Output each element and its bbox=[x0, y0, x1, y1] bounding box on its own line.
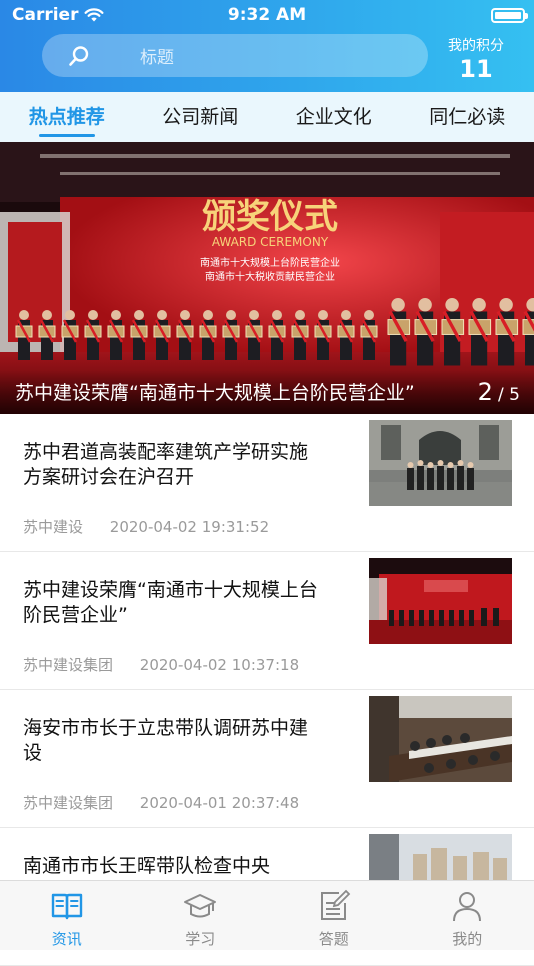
status-bar: Carrier 9:32 AM bbox=[0, 0, 534, 30]
banner-subheading: AWARD CEREMONY bbox=[212, 235, 329, 249]
tabbar-quiz[interactable]: 答题 bbox=[267, 881, 401, 950]
tab-company-news[interactable]: 公司新闻 bbox=[158, 92, 242, 142]
tabbar-study-label: 学习 bbox=[185, 928, 215, 949]
news-title: 南通市市长王晖带队检查中央 bbox=[23, 854, 323, 879]
tab-culture[interactable]: 企业文化 bbox=[292, 92, 376, 142]
tabbar-study[interactable]: 学习 bbox=[134, 881, 268, 950]
news-source: 苏中建设集团 bbox=[23, 794, 113, 812]
banner-carousel[interactable]: 颁奖仪式 AWARD CEREMONY 南通市十大规模上台阶民营企业 南通市十大… bbox=[0, 142, 534, 414]
tabbar-news[interactable]: 资讯 bbox=[0, 881, 134, 950]
news-source: 苏中建设集团 bbox=[23, 656, 113, 674]
points-label: 我的积分 bbox=[430, 35, 522, 55]
news-thumbnail bbox=[369, 420, 512, 506]
banner-page-current: 2 bbox=[478, 378, 493, 406]
category-tabs: 热点推荐 公司新闻 企业文化 同仁必读 bbox=[0, 92, 534, 142]
search-icon bbox=[68, 45, 90, 67]
tabbar-news-label: 资讯 bbox=[52, 928, 82, 949]
banner-caption: 苏中建设荣膺“南通市十大规模上台阶民营企业” bbox=[15, 378, 425, 405]
banner-heading: 颁奖仪式 bbox=[202, 197, 338, 237]
book-icon bbox=[50, 889, 84, 923]
search-input[interactable]: 标题 bbox=[42, 34, 428, 77]
tabbar-me-label: 我的 bbox=[452, 928, 482, 949]
news-datetime: 2020-04-02 19:31:52 bbox=[110, 518, 269, 536]
news-title: 苏中建设荣膺“南通市十大规模上台阶民营企业” bbox=[23, 578, 323, 628]
news-datetime: 2020-04-01 20:37:48 bbox=[140, 794, 299, 812]
news-meta: 苏中建设集团 2020-04-02 10:37:18 bbox=[23, 654, 299, 675]
person-icon bbox=[450, 889, 484, 923]
graduation-cap-icon bbox=[183, 889, 217, 923]
news-source: 苏中建设 bbox=[23, 518, 83, 536]
search-placeholder: 标题 bbox=[140, 43, 174, 68]
banner-caption-bar: 苏中建设荣膺“南通市十大规模上台阶民营企业” 2 / 5 bbox=[0, 370, 534, 414]
banner-line1: 南通市十大规模上台阶民营企业 bbox=[200, 256, 340, 269]
news-item[interactable]: 海安市市长于立忠带队调研苏中建设 苏中建设集团 2020-04-01 20:37… bbox=[0, 690, 534, 828]
news-item[interactable]: 苏中君道高装配率建筑产学研实施方案研讨会在沪召开 苏中建设 2020-04-02… bbox=[0, 414, 534, 552]
status-time: 9:32 AM bbox=[0, 5, 534, 25]
banner-page-total: / 5 bbox=[498, 385, 520, 405]
banner-line2: 南通市十大税收贡献民营企业 bbox=[205, 270, 335, 283]
tab-hot[interactable]: 热点推荐 bbox=[25, 92, 109, 142]
edit-icon bbox=[317, 889, 351, 923]
tab-must-read[interactable]: 同仁必读 bbox=[425, 92, 509, 142]
points-value: 11 bbox=[430, 55, 522, 83]
tabbar-me[interactable]: 我的 bbox=[401, 881, 534, 950]
my-points[interactable]: 我的积分 11 bbox=[430, 35, 522, 83]
news-datetime: 2020-04-02 10:37:18 bbox=[140, 656, 299, 674]
bottom-tab-bar: 资讯 学习 答题 我的 bbox=[0, 880, 534, 950]
news-item[interactable]: 苏中建设荣膺“南通市十大规模上台阶民营企业” 苏中建设集团 2020-04-02… bbox=[0, 552, 534, 690]
tabbar-quiz-label: 答题 bbox=[319, 928, 349, 949]
news-meta: 苏中建设 2020-04-02 19:31:52 bbox=[23, 516, 269, 537]
news-thumbnail bbox=[369, 558, 512, 644]
news-meta: 苏中建设集团 2020-04-01 20:37:48 bbox=[23, 792, 299, 813]
news-title: 苏中君道高装配率建筑产学研实施方案研讨会在沪召开 bbox=[23, 440, 323, 490]
news-thumbnail bbox=[369, 696, 512, 782]
banner-pager: 2 / 5 bbox=[478, 378, 520, 406]
battery-icon bbox=[491, 8, 525, 23]
header: Carrier 9:32 AM 标题 我的积分 11 bbox=[0, 0, 534, 92]
news-title: 海安市市长于立忠带队调研苏中建设 bbox=[23, 716, 323, 766]
